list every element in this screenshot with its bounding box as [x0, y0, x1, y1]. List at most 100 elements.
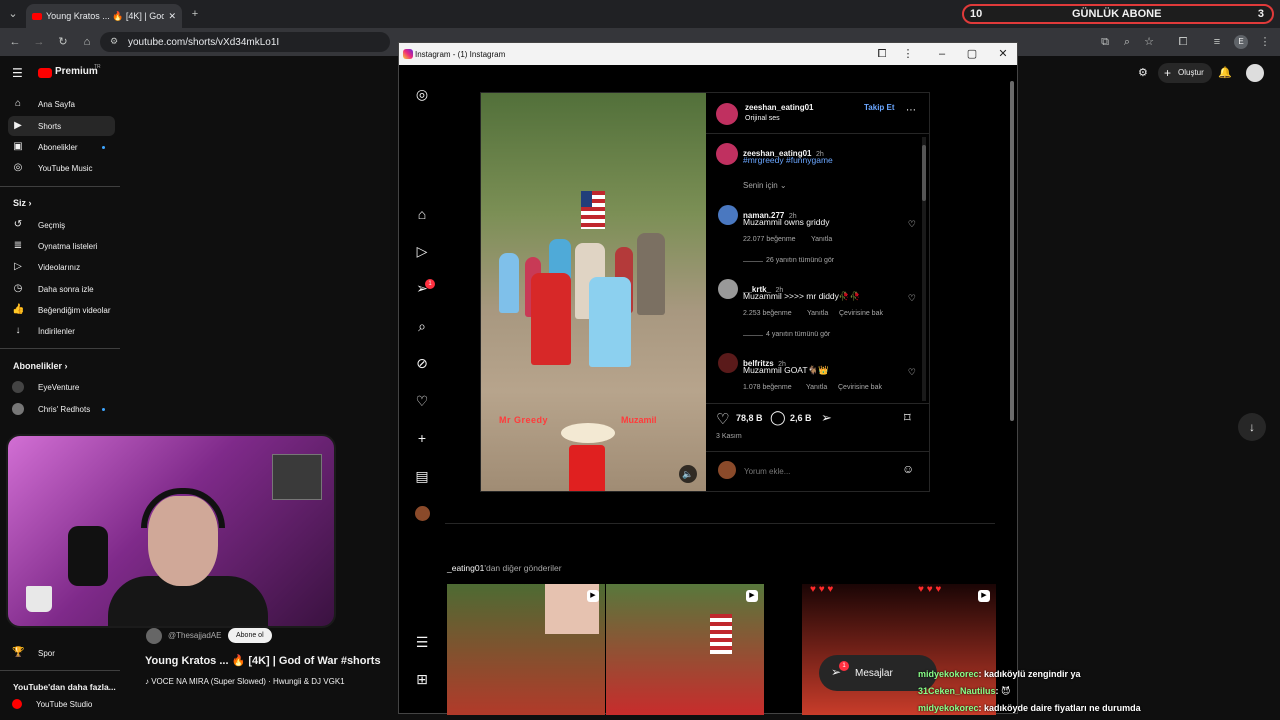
account-avatar[interactable] — [1246, 64, 1264, 82]
new-tab-button[interactable]: + — [188, 7, 202, 21]
comment-likes[interactable]: 1.078 beğenme — [743, 384, 792, 391]
install-icon[interactable]: ⧉ — [1098, 35, 1112, 49]
reply-button[interactable]: Yanıtla — [811, 236, 832, 243]
sidebar-item-history[interactable]: ↺ Geçmiş — [8, 215, 115, 235]
tab-list-icon[interactable]: ⌄ — [6, 7, 20, 21]
channel-avatar[interactable] — [146, 628, 162, 644]
author-avatar[interactable] — [716, 103, 738, 125]
comments-scrollbar-thumb[interactable] — [922, 145, 926, 201]
sidebar-item-watch-later[interactable]: ◷ Daha sonra izle — [8, 279, 115, 299]
hamburger-menu-icon[interactable]: ☰ — [12, 66, 23, 80]
heart-icon[interactable]: ♡ — [413, 392, 431, 410]
close-window-icon[interactable]: ✕ — [996, 47, 1010, 61]
sidebar-item-home[interactable]: ⌂ Ana Sayfa — [8, 94, 115, 114]
instagram-icon[interactable]: ◎ — [413, 85, 431, 103]
commenter-avatar[interactable] — [718, 205, 738, 225]
channel-name[interactable]: @ThesajjadAE — [168, 631, 221, 640]
like-count[interactable]: 78,8 B — [736, 413, 763, 423]
notifications-bell-icon[interactable]: 🔔 — [1218, 66, 1232, 79]
like-comment-icon[interactable]: ♡ — [908, 293, 916, 304]
sidebar-item-downloads[interactable]: ↓ İndirilenler — [8, 321, 115, 341]
search-icon[interactable]: ⌕ — [413, 317, 431, 335]
video-music[interactable]: ♪ VOCE NA MIRA (Super Slowed) · Hwungii … — [145, 677, 345, 686]
post-options-icon[interactable]: ⋯ — [906, 105, 916, 116]
more-posts-username[interactable]: _eating01 — [447, 563, 484, 573]
cast-icon[interactable]: ⚙ — [1138, 66, 1148, 79]
window-scrollbar-thumb[interactable] — [1010, 81, 1014, 421]
see-translation-button[interactable]: Çevirisine bak — [838, 384, 882, 391]
more-menu-icon[interactable]: ☰ — [413, 633, 431, 651]
grid-post-1[interactable]: ▶ — [447, 584, 605, 715]
bookmark-star-icon[interactable]: ☆ — [1142, 35, 1156, 49]
author-username[interactable]: zeeshan_eating01 — [745, 103, 813, 112]
next-short-button[interactable]: ↓ — [1238, 413, 1266, 441]
comment-bubble-icon[interactable]: ◯ — [770, 409, 786, 426]
audio-label[interactable]: Orijinal ses — [745, 115, 780, 122]
view-replies-button[interactable]: 26 yanıtın tümünü gör — [766, 257, 834, 264]
home-icon[interactable]: ⌂ — [413, 205, 431, 223]
subscribe-button[interactable]: Abone ol — [228, 628, 272, 643]
reply-button[interactable]: Yanıtla — [807, 310, 828, 317]
create-button[interactable]: + Oluştur — [1158, 63, 1212, 83]
sidebar-subscriptions-header[interactable]: Abonelikler › — [13, 361, 68, 371]
site-info-icon[interactable]: ⚙ — [110, 36, 118, 47]
view-replies-button[interactable]: 4 yanıtın tümünü gör — [766, 331, 830, 338]
comment-input[interactable] — [744, 463, 894, 479]
browser-menu-icon[interactable]: ⋮ — [1258, 35, 1272, 49]
video-title[interactable]: Young Kratos ... 🔥 [4K] | God of War #sh… — [145, 654, 381, 667]
explore-icon[interactable]: ⊘ — [413, 354, 431, 372]
commenter-avatar[interactable] — [718, 279, 738, 299]
see-translation-button[interactable]: Çevirisine bak — [839, 310, 883, 317]
caption-avatar[interactable] — [716, 143, 738, 165]
extension-icon[interactable]: ⧠ — [875, 47, 889, 61]
sidebar-item-liked-videos[interactable]: 👍 Beğendiğim videolar — [8, 300, 115, 320]
mute-toggle-icon[interactable]: 🔈 — [679, 465, 697, 483]
follow-button[interactable]: Takip Et — [864, 103, 895, 112]
address-bar[interactable]: ⚙ youtube.com/shorts/vXd34mkLo1I — [100, 32, 390, 52]
like-heart-icon[interactable]: ♡ — [716, 410, 729, 428]
comment-count[interactable]: 2,6 B — [790, 413, 812, 423]
comment-sort-dropdown[interactable]: Senin için ⌄ — [743, 181, 787, 190]
share-icon[interactable]: ➢ — [821, 410, 832, 426]
sidebar-item-your-videos[interactable]: ▷ Videolarınız — [8, 257, 115, 277]
extensions-icon[interactable]: ⧠ — [1176, 35, 1190, 49]
browser-tab[interactable]: Young Kratos ... 🔥 [4K] | God o ✕ — [26, 4, 182, 28]
sidebar-item-playlists[interactable]: ≣ Oynatma listeleri — [8, 236, 115, 256]
reply-button[interactable]: Yanıtla — [806, 384, 827, 391]
tab-close-icon[interactable]: ✕ — [168, 11, 176, 22]
sidebar-item-studio[interactable]: YouTube Studio — [8, 694, 115, 714]
reload-icon[interactable]: ↻ — [56, 35, 70, 49]
grid-post-2[interactable]: ▶ — [606, 584, 764, 715]
apps-icon[interactable]: ⊞ — [413, 670, 431, 688]
sidebar-channel-chris-redhots[interactable]: Chris' Redhots — [8, 399, 115, 419]
sidebar-item-subscriptions[interactable]: ▣ Abonelikler — [8, 137, 115, 157]
comment-likes[interactable]: 2.253 beğenme — [743, 310, 792, 317]
commenter-avatar[interactable] — [718, 353, 738, 373]
save-bookmark-icon[interactable]: ⌑ — [904, 410, 911, 426]
back-icon[interactable]: ← — [8, 35, 22, 49]
zoom-icon[interactable]: ⌕ — [1120, 35, 1134, 49]
create-icon[interactable]: + — [413, 429, 431, 447]
sidebar-channel-eyeventure[interactable]: EyeVenture — [8, 377, 115, 397]
youtube-premium-logo[interactable]: Premium — [55, 66, 98, 77]
sidebar-item-sports[interactable]: 🏆 Spor — [8, 643, 115, 663]
window-menu-icon[interactable]: ⋮ — [901, 47, 915, 61]
youtube-logo-icon[interactable] — [38, 68, 52, 78]
reading-list-icon[interactable]: ≡ — [1210, 35, 1224, 49]
profile-avatar[interactable]: E — [1234, 35, 1248, 49]
minimize-icon[interactable]: – — [935, 47, 949, 61]
like-comment-icon[interactable]: ♡ — [908, 219, 916, 230]
sidebar-item-shorts[interactable]: ▶ Shorts — [8, 116, 115, 136]
reels-icon[interactable]: ▷ — [413, 242, 431, 260]
dashboard-icon[interactable]: ▤ — [413, 467, 431, 485]
caption-hashtags[interactable]: #mrgreedy #funnygame — [743, 155, 833, 165]
forward-icon[interactable]: → — [32, 35, 46, 49]
comment-likes[interactable]: 22.077 beğenme — [743, 236, 796, 243]
sidebar-item-music[interactable]: ◎ YouTube Music — [8, 158, 115, 178]
maximize-icon[interactable]: ▢ — [965, 47, 979, 61]
like-comment-icon[interactable]: ♡ — [908, 367, 916, 378]
emoji-icon[interactable]: ☺ — [902, 462, 914, 476]
profile-avatar[interactable] — [415, 506, 430, 521]
sidebar-you-header[interactable]: Siz › — [13, 198, 32, 208]
post-video[interactable]: Mr Greedy Muzamil 🔈 — [481, 93, 706, 491]
